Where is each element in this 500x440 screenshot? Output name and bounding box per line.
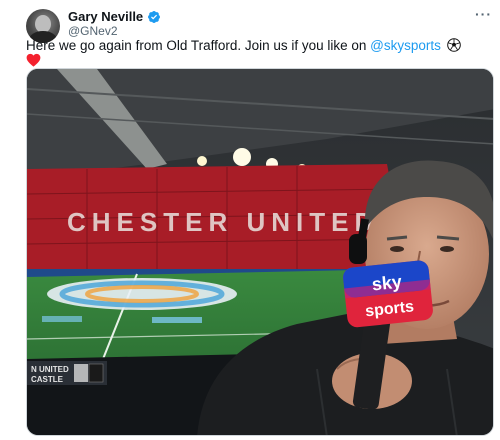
tweet-photo[interactable]: CHESTER UNITED N UNITED CASTLE sky sport…	[26, 68, 494, 436]
board-text-line-2: CASTLE	[31, 375, 64, 384]
soccer-ball-icon	[446, 38, 461, 52]
tweet-body: Here we go again from Old Trafford. Join…	[26, 38, 371, 53]
mic-brand-sky: sky	[371, 271, 403, 294]
sky-sports-mic-flag: sky sports	[343, 260, 433, 328]
board-text-line-1: N UNITED	[31, 365, 69, 374]
more-options-icon[interactable]: ···	[475, 6, 492, 22]
tweet-card: Gary Neville @GNev2 ··· Here we go again…	[0, 0, 500, 440]
mention-link[interactable]: @skysports	[370, 38, 441, 53]
author-handle[interactable]: @GNev2	[68, 24, 118, 38]
verified-badge-icon	[148, 10, 161, 23]
author-name-row: Gary Neville	[68, 9, 161, 24]
tweet-text: Here we go again from Old Trafford. Join…	[26, 37, 496, 54]
stadium-selfie-image: CHESTER UNITED N UNITED CASTLE sky sport…	[27, 69, 493, 435]
red-heart-icon	[26, 53, 41, 67]
stand-lettering: CHESTER UNITED	[67, 207, 379, 237]
display-name[interactable]: Gary Neville	[68, 9, 143, 24]
